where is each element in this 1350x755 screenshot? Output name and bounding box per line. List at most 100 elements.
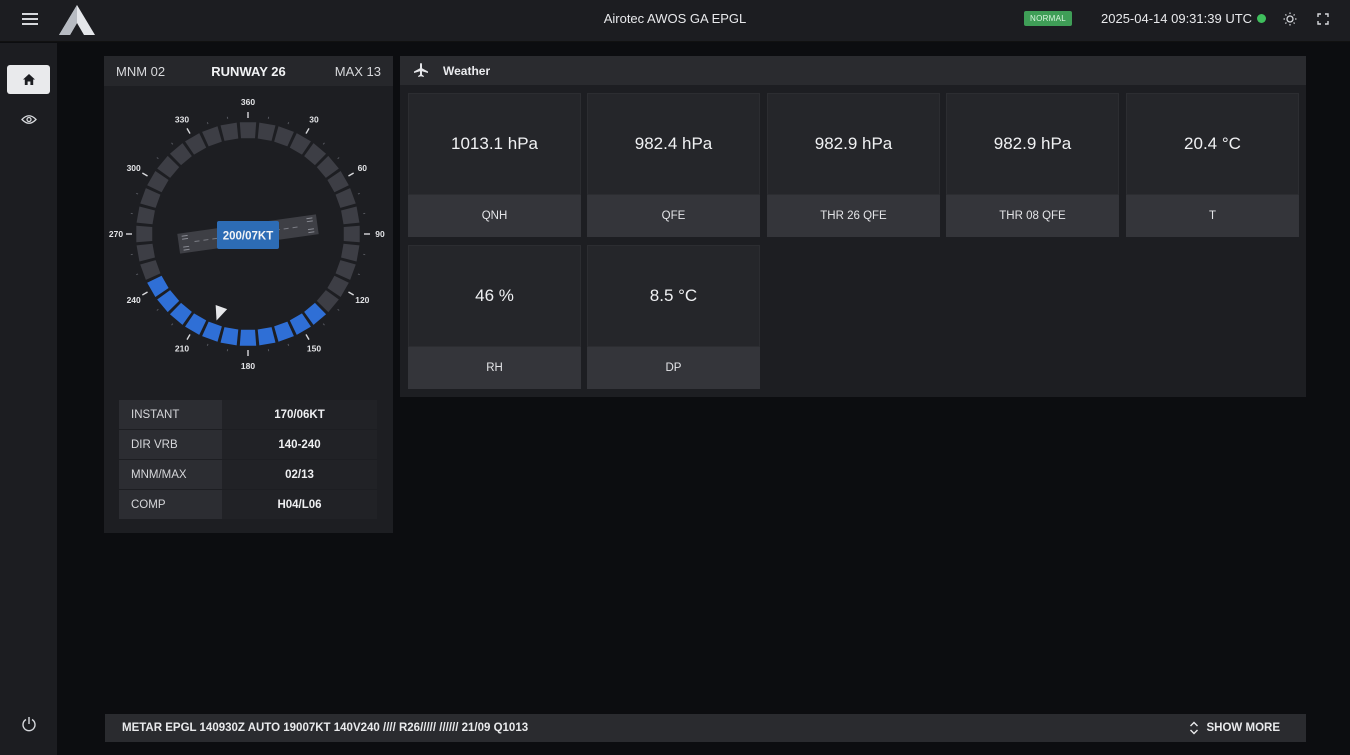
rose-segment (220, 327, 239, 346)
rose-segment (343, 225, 360, 243)
table-row: MNM/MAX 02/13 (119, 460, 377, 489)
rose-segment (257, 122, 276, 141)
rose-tick (322, 142, 325, 145)
rose-segment (136, 225, 153, 243)
rose-segment (202, 126, 222, 147)
weather-panel: Weather 1013.1 hPa QNH 982.4 hPa QFE 982… (400, 56, 1306, 397)
rose-tick (156, 157, 159, 160)
weather-label: T (1126, 195, 1299, 237)
weather-value: 982.4 hPa (587, 93, 760, 195)
wind-direction-pointer (215, 304, 228, 321)
rose-segment (239, 329, 257, 346)
weather-tile-qnh: 1013.1 hPa QNH (408, 93, 581, 238)
rose-label: 300 (127, 163, 141, 173)
wind-key-comp: COMP (119, 490, 222, 519)
rose-tick (337, 157, 340, 160)
rose-segment (274, 321, 294, 342)
rose-tick (348, 172, 355, 177)
rose-tick (206, 122, 209, 125)
rose-tick (141, 291, 148, 296)
weather-tile-thr26-qfe: 982.9 hPa THR 26 QFE (767, 93, 940, 238)
rose-segment (140, 260, 161, 280)
wind-panel: MNM 02 RUNWAY 26 MAX 13 360 30 60 90 120 150 1… (104, 56, 393, 533)
wind-key-instant: INSTANT (119, 400, 222, 429)
weather-tile-thr08-qfe: 982.9 hPa THR 08 QFE (946, 93, 1119, 238)
sidebar (0, 43, 57, 755)
weather-value: 20.4 °C (1126, 93, 1299, 195)
wind-value-mnm-max: 02/13 (222, 460, 377, 489)
rose-tick (141, 172, 148, 177)
theme-toggle-button[interactable] (1282, 11, 1298, 27)
wind-maximum: MAX 13 (334, 64, 381, 79)
rose-label: 150 (307, 343, 321, 353)
rose-segment (136, 206, 155, 225)
weather-tile-temperature: 20.4 °C T (1126, 93, 1299, 238)
rose-label: 330 (175, 115, 189, 125)
rose-tick (348, 291, 355, 296)
rose-tick (171, 323, 174, 326)
rose-label: 240 (127, 295, 141, 305)
menu-icon[interactable] (22, 13, 38, 27)
rose-label: 210 (175, 343, 189, 353)
rose-segment (136, 243, 155, 262)
rose-segment (335, 260, 356, 280)
logout-button[interactable] (7, 709, 50, 738)
show-more-label: SHOW MORE (1206, 722, 1280, 734)
home-icon (22, 74, 35, 85)
rose-segment (341, 206, 360, 225)
rose-label: 360 (241, 97, 255, 107)
sidebar-item-view[interactable] (7, 105, 50, 134)
weather-label: DP (587, 347, 760, 389)
rose-tick (357, 192, 360, 195)
rose-label: 270 (109, 229, 123, 239)
rose-segment (202, 321, 222, 342)
rose-tick (136, 192, 139, 195)
rose-tick (136, 273, 139, 276)
fullscreen-icon (1317, 13, 1329, 25)
rose-segment (140, 188, 161, 208)
weather-label: QNH (408, 195, 581, 237)
rose-tick (287, 122, 290, 125)
metar-bar: METAR EPGL 140930Z AUTO 19007KT 140V240 … (105, 714, 1306, 742)
eye-icon (20, 115, 37, 124)
weather-tile-dewpoint: 8.5 °C DP (587, 245, 760, 390)
rose-segment (274, 126, 294, 147)
rose-tick (156, 308, 159, 311)
rose-tick (322, 323, 325, 326)
weather-label: RH (408, 347, 581, 389)
top-bar: Airotec AWOS GA EPGL NORMAL 2025-04-14 0… (0, 0, 1350, 42)
sidebar-item-home[interactable] (7, 65, 50, 94)
wind-key-mnm-max: MNM/MAX (119, 460, 222, 489)
rose-tick (337, 308, 340, 311)
sun-icon (1283, 12, 1297, 26)
weather-header: Weather (400, 56, 1306, 85)
rose-label: 30 (309, 115, 319, 125)
weather-tile-qfe: 982.4 hPa QFE (587, 93, 760, 238)
weather-label: THR 26 QFE (767, 195, 940, 237)
wind-value-dir-vrb: 140-240 (222, 430, 377, 459)
status-badge: NORMAL (1024, 11, 1073, 26)
rose-tick (287, 343, 290, 346)
rose-segment (341, 243, 360, 262)
rose-tick (186, 334, 191, 341)
rose-segment (335, 188, 356, 208)
weather-title: Weather (443, 64, 491, 78)
rose-tick (186, 127, 191, 134)
rose-segment (220, 122, 239, 141)
power-icon (21, 716, 36, 731)
weather-label: QFE (587, 195, 760, 237)
weather-value: 982.9 hPa (767, 93, 940, 195)
wind-data-table: INSTANT 170/06KT DIR VRB 140-240 MNM/MAX… (119, 399, 377, 520)
expand-icon (1189, 721, 1198, 735)
rose-tick (305, 334, 310, 341)
metar-text: METAR EPGL 140930Z AUTO 19007KT 140V240 … (122, 722, 529, 734)
wind-value-comp: H04/L06 (222, 490, 377, 519)
fullscreen-button[interactable] (1315, 11, 1331, 27)
rose-label: 60 (358, 163, 368, 173)
weather-label: THR 08 QFE (946, 195, 1119, 237)
connection-status-dot (1257, 14, 1266, 23)
table-row: COMP H04/L06 (119, 490, 377, 519)
airotec-logo (57, 3, 97, 42)
current-wind-label: 200/07KT (223, 231, 274, 243)
show-more-button[interactable]: SHOW MORE (1189, 721, 1280, 735)
